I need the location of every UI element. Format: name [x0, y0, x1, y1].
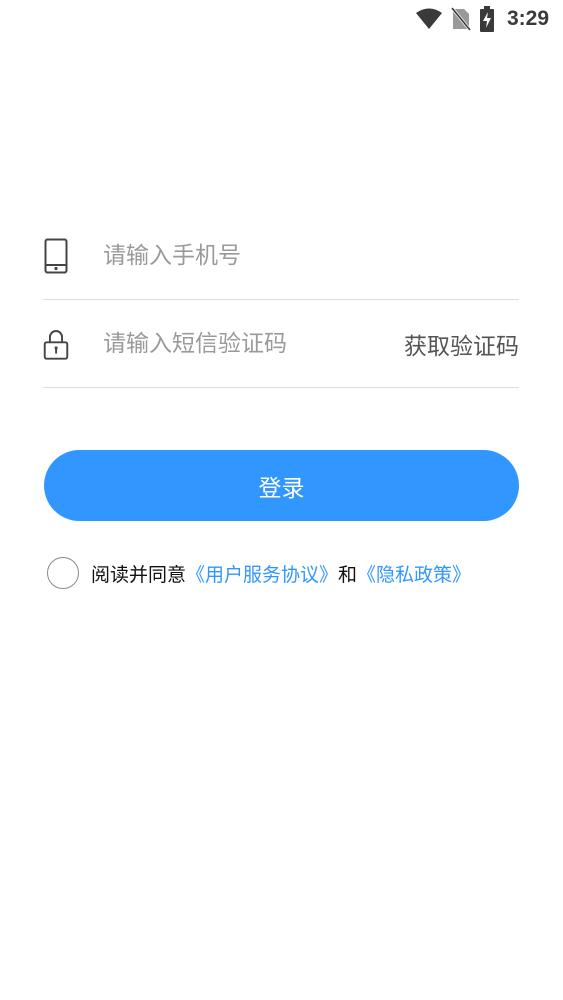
- phone-row: [43, 212, 519, 300]
- user-agreement-link[interactable]: 《用户服务协议》: [186, 560, 338, 587]
- phone-input[interactable]: [103, 242, 519, 269]
- agreement-conjunction: 和: [338, 563, 358, 586]
- no-sim-icon: [450, 7, 471, 31]
- lock-icon: [43, 324, 69, 364]
- status-icons: 3:29: [415, 6, 549, 32]
- status-time: 3:29: [506, 7, 549, 30]
- get-code-button[interactable]: 获取验证码: [404, 327, 519, 361]
- login-button[interactable]: 登录: [44, 450, 519, 521]
- agreement-prefix: 阅读并同意: [91, 563, 187, 586]
- battery-charging-icon: [479, 6, 495, 32]
- sms-code-row: 获取验证码: [43, 300, 519, 388]
- agreement: 阅读并同意 《用户服务协议》 和 《隐私政策》: [47, 555, 471, 591]
- agree-checkbox[interactable]: [47, 557, 79, 589]
- wifi-icon: [415, 8, 443, 30]
- sms-code-input[interactable]: [103, 330, 404, 357]
- phone-icon: [43, 236, 69, 276]
- status-bar: 3:29: [0, 0, 563, 38]
- privacy-policy-link[interactable]: 《隐私政策》: [357, 560, 471, 587]
